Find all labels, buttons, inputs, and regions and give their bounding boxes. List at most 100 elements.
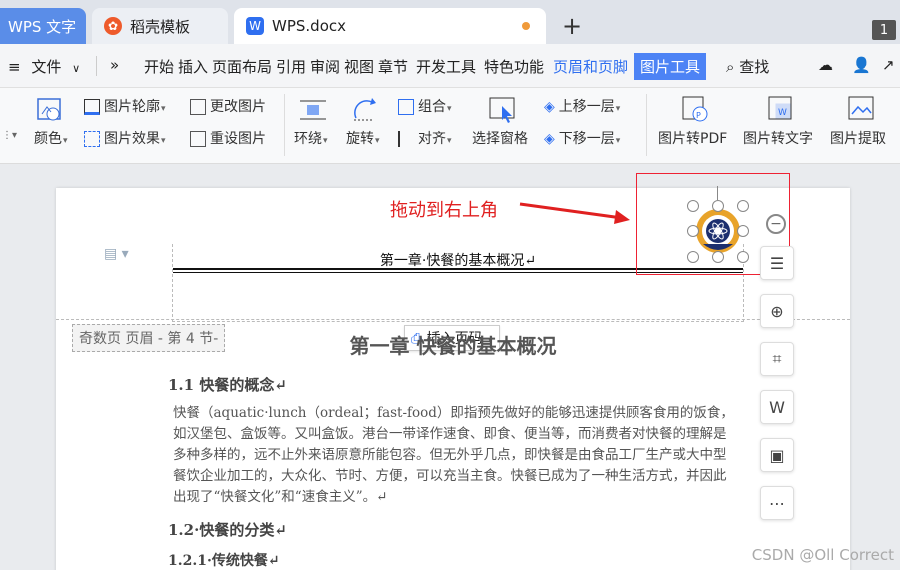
chapter-title[interactable]: 第一章 快餐的基本概况	[56, 330, 850, 359]
group-label: 组合	[418, 99, 446, 115]
tab-wps-writer[interactable]: WPS 文字	[0, 8, 86, 44]
group-icon	[398, 99, 414, 115]
menu-bar: ≡ 文件 ∨ » 开始 插入 页面布局 引用 审阅 视图 章节 开发工具 特色功…	[0, 44, 900, 88]
tab-label: 稻壳模板	[130, 17, 191, 36]
to-pdf-button[interactable]: P	[680, 94, 710, 124]
resize-handle-top-right[interactable]	[737, 200, 749, 212]
more-options-icon[interactable]: ⋯	[760, 486, 794, 520]
heading-1-2[interactable]: 1.2·快餐的分类↵	[168, 519, 287, 540]
menu-features[interactable]: 特色功能	[484, 56, 544, 77]
change-picture-icon	[190, 99, 206, 115]
caret-down-icon: ▾	[323, 136, 328, 146]
caret-down-icon: ▾	[447, 104, 452, 114]
align-icon	[398, 131, 414, 147]
window-count-badge[interactable]: 1	[872, 20, 896, 40]
menu-picture-tools[interactable]: 图片工具	[634, 53, 707, 80]
picture-to-text-float-icon[interactable]: W	[760, 390, 794, 424]
rotate-label-button[interactable]: 旋转▾	[346, 128, 380, 148]
menu-review[interactable]: 审阅	[310, 56, 340, 77]
menu-page-layout[interactable]: 页面布局	[212, 56, 272, 77]
resize-handle-top-left[interactable]	[687, 200, 699, 212]
caret-down-icon: ▾	[161, 136, 166, 146]
picture-extract-icon	[848, 96, 874, 120]
watermark-text: CSDN @Oll Correct	[751, 546, 894, 564]
change-picture-button[interactable]: 更改图片	[190, 96, 266, 116]
rotate-label: 旋转	[346, 131, 374, 147]
group-button[interactable]: 组合▾	[398, 96, 452, 116]
ribbon-scroll-left-icon[interactable]: ⋮▾	[2, 130, 17, 141]
tab-daoke-template[interactable]: ✿ 稻壳模板	[92, 8, 228, 44]
caret-down-icon: ▾	[375, 136, 380, 146]
selection-pane-icon	[489, 97, 515, 123]
menu-view[interactable]: 视图	[344, 56, 374, 77]
resize-handle-bottom-right[interactable]	[737, 251, 749, 263]
align-button[interactable]: 对齐▾	[398, 128, 452, 148]
menu-chapter[interactable]: 章节	[378, 56, 408, 77]
chevron-down-icon: ∨	[72, 62, 81, 75]
menu-developer[interactable]: 开发工具	[416, 56, 476, 77]
tab-document[interactable]: W WPS.docx	[234, 8, 546, 44]
paragraph-layout-icon[interactable]: ▤ ▾	[104, 246, 129, 262]
resize-handle-bottom[interactable]	[712, 251, 724, 263]
crop-icon[interactable]: ⌗	[760, 342, 794, 376]
send-backward-button[interactable]: ◈ 下移一层▾	[544, 128, 620, 148]
hamburger-icon: ≡	[8, 58, 21, 76]
menu-search-label: 查找	[739, 58, 770, 76]
red-arrow-icon	[519, 202, 630, 224]
paragraph-1-1[interactable]: 快餐（aquatic·lunch（ordeal；fast-food）即指预先做好…	[173, 403, 739, 508]
wrap-button[interactable]	[298, 96, 328, 124]
layout-options-icon[interactable]: ☰	[760, 246, 794, 280]
picture-convert-icon[interactable]: ▣	[760, 438, 794, 472]
color-picture-icon	[37, 98, 61, 121]
caret-down-icon: ▾	[161, 104, 166, 114]
picture-outline-button[interactable]: 图片轮廓▾	[84, 96, 166, 116]
wrap-text-icon	[300, 100, 326, 120]
bring-forward-icon: ◈	[544, 99, 555, 115]
selection-pane-button[interactable]	[488, 96, 518, 124]
menu-header-footer[interactable]: 页眉和页脚	[553, 56, 628, 77]
resize-handle-left[interactable]	[687, 225, 699, 237]
reset-picture-button[interactable]: 重设图片	[190, 128, 266, 148]
cloud-sync-icon[interactable]: ☁	[818, 56, 833, 74]
search-icon: ⌕	[726, 58, 735, 76]
resize-handle-right[interactable]	[737, 225, 749, 237]
resize-handle-bottom-left[interactable]	[687, 251, 699, 263]
menu-file-label: 文件	[31, 58, 62, 76]
effect-label: 图片效果	[104, 131, 160, 147]
menu-start[interactable]: 开始	[144, 56, 174, 77]
word-doc-icon: W	[246, 17, 264, 35]
zoom-in-icon[interactable]: ⊕	[760, 294, 794, 328]
to-text-label-button[interactable]: 图片转文字	[743, 128, 813, 148]
menu-search[interactable]: ⌕ 查找	[726, 56, 769, 77]
rotate-icon	[354, 98, 376, 121]
color-label: 颜色	[34, 131, 62, 147]
selected-logo-image[interactable]	[693, 206, 743, 256]
rotate-button[interactable]	[350, 96, 380, 124]
menu-insert[interactable]: 插入	[178, 56, 208, 77]
outline-icon	[84, 99, 100, 115]
drag-annotation: 拖动到右上角	[390, 200, 498, 221]
menu-file[interactable]: ≡ 文件 ∨	[8, 56, 80, 77]
rotate-handle-stem	[717, 186, 718, 200]
unsaved-dot-icon	[522, 22, 530, 30]
resize-handle-top[interactable]	[712, 200, 724, 212]
color-button[interactable]	[34, 96, 64, 124]
wrap-label-button[interactable]: 环绕▾	[294, 128, 328, 148]
svg-text:W: W	[778, 108, 787, 118]
to-text-button[interactable]: W	[766, 94, 796, 124]
color-label-button[interactable]: 颜色▾	[34, 128, 68, 148]
bring-forward-button[interactable]: ◈ 上移一层▾	[544, 96, 620, 116]
heading-1-2-1[interactable]: 1.2.1·传统快餐↵	[168, 550, 280, 570]
menu-reference[interactable]: 引用	[276, 56, 306, 77]
extract-label-button[interactable]: 图片提取	[830, 128, 886, 148]
collapse-minus-icon[interactable]: −	[766, 214, 786, 234]
heading-1-1[interactable]: 1.1 快餐的概念↵	[168, 374, 287, 395]
to-pdf-label-button[interactable]: 图片转PDF	[658, 128, 727, 148]
selection-pane-label-button[interactable]: 选择窗格	[472, 128, 528, 148]
share-icon[interactable]: ↗	[882, 56, 895, 74]
extract-button[interactable]	[846, 94, 876, 124]
menu-more-icon[interactable]: »	[110, 56, 119, 74]
picture-effect-button[interactable]: 图片效果▾	[84, 128, 166, 148]
new-tab-plus-icon[interactable]: +	[562, 12, 582, 40]
add-user-icon[interactable]: 👤	[852, 56, 871, 74]
